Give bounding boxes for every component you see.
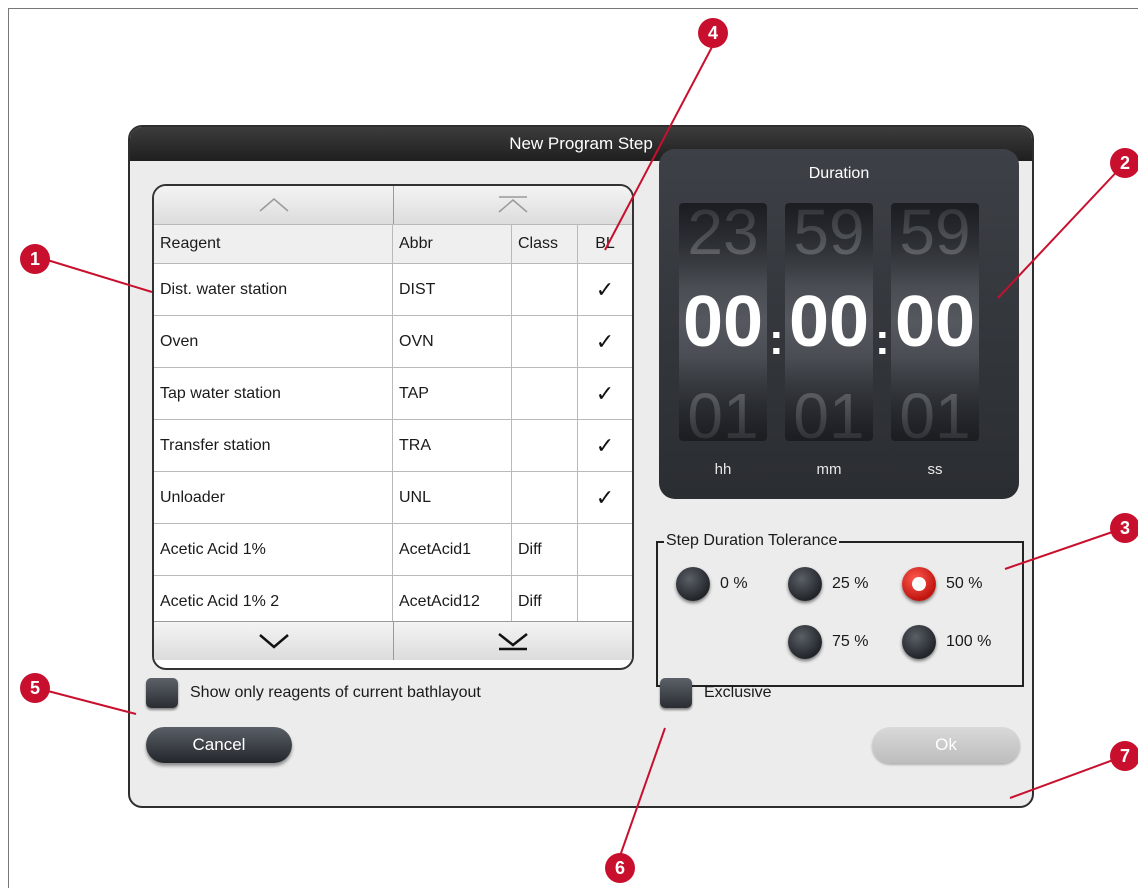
callout-3: 3	[1110, 513, 1138, 543]
callout-1: 1	[20, 244, 50, 274]
callout-2: 2	[1110, 148, 1138, 178]
callout-6: 6	[605, 853, 635, 883]
callout-4: 4	[698, 18, 728, 48]
callout-7: 7	[1110, 741, 1138, 771]
callout-5: 5	[20, 673, 50, 703]
callout-lines	[43, 46, 1125, 857]
